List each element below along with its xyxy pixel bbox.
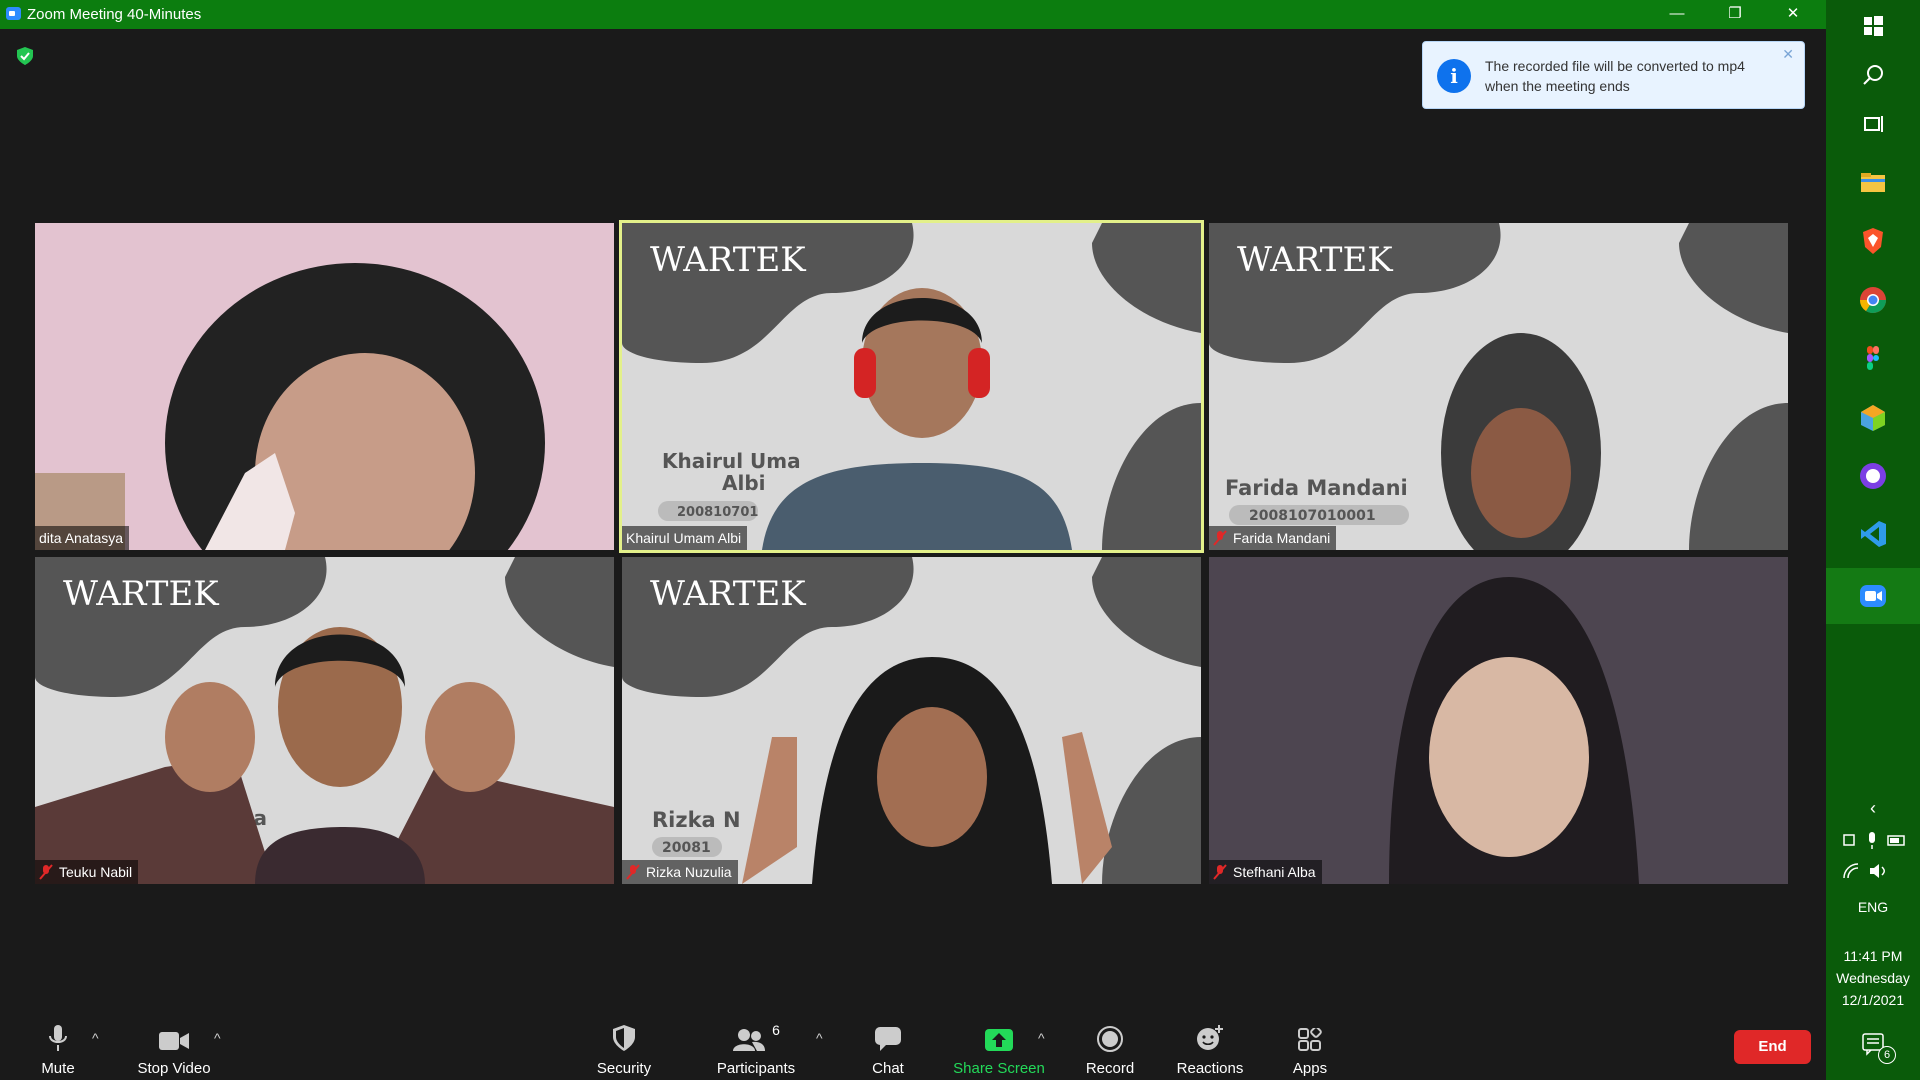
participant-nametag: Khairul Umam Albi [622, 526, 748, 550]
zoom-taskbar-icon[interactable] [1857, 580, 1889, 612]
clock-day: Wednesday [1836, 970, 1910, 986]
participant-nametag: Rizka Nuzulia [622, 860, 738, 884]
video-camera-icon [134, 1020, 214, 1052]
background-name-line1: Rizka N [652, 808, 741, 832]
smiley-plus-icon [1176, 1020, 1244, 1052]
participants-button[interactable]: 6 Participants [714, 1020, 798, 1077]
file-explorer-icon[interactable] [1857, 166, 1889, 198]
video-tile-dita-anatasya[interactable]: dita Anatasya [35, 223, 614, 550]
security-shield-icon [592, 1020, 656, 1052]
end-meeting-button[interactable]: End [1734, 1030, 1811, 1064]
notification-text: The recorded file will be converted to m… [1485, 58, 1745, 94]
participant-name: Teuku Nabil [59, 864, 133, 880]
windows-taskbar: ‹ ENG 11:41 PM Wednesday 12/1/2021 6 [1826, 0, 1920, 1080]
participant-nametag: Stefhani Alba [1209, 860, 1322, 884]
meeting-toolbar [0, 1010, 1826, 1080]
zoom-app-icon [6, 7, 21, 20]
task-view-icon[interactable] [1857, 108, 1889, 140]
participant-name: Farida Mandani [1233, 530, 1331, 546]
apps-icon [1290, 1020, 1330, 1052]
clock-date: 12/1/2021 [1841, 992, 1905, 1008]
brave-browser-icon[interactable] [1857, 225, 1889, 257]
participant-name: Rizka Nuzulia [646, 864, 732, 880]
recording-notification: i The recorded file will be converted to… [1422, 41, 1805, 109]
record-icon [1084, 1020, 1136, 1052]
video-tile-khairul-umam-albi[interactable]: WARTEK Khairul Uma Albi 200810701 Khairu… [619, 220, 1204, 553]
background-id: 2008107010001 [1249, 508, 1376, 524]
participant-video [1209, 557, 1788, 884]
share-screen-icon [952, 1020, 1046, 1052]
background-name-line1: Khairul Uma [662, 449, 801, 473]
search-icon[interactable] [1857, 60, 1889, 92]
close-window-button[interactable]: ✕ [1764, 0, 1822, 29]
show-hidden-icons-chevron[interactable]: ‹ [1826, 798, 1920, 819]
meeting-area [0, 29, 1826, 1080]
video-tile-stefhani-alba[interactable]: Stefhani Alba [1209, 557, 1788, 884]
vscode-icon[interactable] [1857, 518, 1889, 550]
share-screen-button[interactable]: Share Screen [952, 1020, 1046, 1077]
participant-video: WARTEK uha [35, 557, 614, 884]
audio-options-caret[interactable]: ^ [92, 1030, 99, 1046]
chat-button[interactable]: Chat [866, 1020, 910, 1077]
participant-video: WARTEK Rizka N 20081 [622, 557, 1201, 884]
muted-mic-icon [1213, 864, 1227, 880]
restore-button[interactable]: ❐ [1706, 0, 1764, 29]
video-tile-rizka-nuzulia[interactable]: WARTEK Rizka N 20081 Rizka Nuzulia [622, 557, 1201, 884]
tray-status-icons[interactable] [1842, 830, 1908, 852]
video-options-caret[interactable]: ^ [214, 1030, 221, 1046]
participant-video: WARTEK Farida Mandani 2008107010001 [1209, 223, 1788, 550]
windows-start-icon[interactable] [1857, 10, 1889, 42]
background-logo: WARTEK [650, 240, 806, 280]
participant-name: Khairul Umam Albi [626, 530, 742, 546]
participant-name: Stefhani Alba [1233, 864, 1316, 880]
window-titlebar: Zoom Meeting 40-Minutes — ❐ ✕ [0, 0, 1826, 29]
video-tile-farida-mandani[interactable]: WARTEK Farida Mandani 2008107010001 Fari… [1209, 223, 1788, 550]
github-desktop-icon[interactable] [1857, 460, 1889, 492]
participant-nametag: Teuku Nabil [35, 860, 139, 884]
record-button[interactable]: Record [1084, 1020, 1136, 1077]
participant-video: WARTEK Khairul Uma Albi 200810701 [622, 223, 1201, 550]
notification-close-icon[interactable]: ✕ [1782, 46, 1794, 63]
security-button[interactable]: Security [592, 1020, 656, 1077]
participants-count: 6 [772, 1022, 780, 1038]
participant-video [35, 223, 614, 550]
notifications-count-badge: 6 [1878, 1046, 1896, 1064]
mute-button[interactable]: Mute [36, 1020, 80, 1077]
microphone-icon [36, 1020, 80, 1052]
window-title: Zoom Meeting 40-Minutes [27, 6, 202, 23]
background-logo: WARTEK [1237, 240, 1393, 280]
network-volume-icons[interactable] [1842, 860, 1902, 882]
input-language[interactable]: ENG [1826, 899, 1920, 915]
encryption-shield-icon[interactable] [17, 47, 33, 65]
chrome-icon[interactable] [1857, 284, 1889, 316]
participant-nametag: Farida Mandani [1209, 526, 1337, 550]
background-name-line2: Albi [722, 471, 766, 495]
background-logo: WARTEK [650, 574, 806, 614]
info-icon: i [1437, 59, 1471, 93]
minimize-button[interactable]: — [1648, 0, 1706, 29]
stop-video-button[interactable]: Stop Video [134, 1020, 214, 1077]
background-name-line1: Farida Mandani [1225, 476, 1408, 500]
video-tile-teuku-nabil[interactable]: WARTEK uha Teuku Nabil [35, 557, 614, 884]
chat-bubble-icon [866, 1020, 910, 1052]
background-logo: WARTEK [63, 574, 219, 614]
participants-icon: 6 [714, 1020, 798, 1052]
participants-options-caret[interactable]: ^ [816, 1030, 823, 1046]
participant-name: dita Anatasya [39, 530, 124, 546]
cube-app-icon[interactable] [1857, 402, 1889, 434]
reactions-button[interactable]: Reactions [1176, 1020, 1244, 1077]
background-id: 200810701 [677, 505, 758, 520]
muted-mic-icon [1213, 530, 1227, 546]
clock-time[interactable]: 11:41 PM [1826, 948, 1920, 964]
apps-button[interactable]: Apps [1290, 1020, 1330, 1077]
figma-icon[interactable] [1857, 343, 1889, 375]
muted-mic-icon [626, 864, 640, 880]
share-options-caret[interactable]: ^ [1038, 1030, 1045, 1046]
background-id: 20081 [662, 840, 711, 856]
participant-nametag: dita Anatasya [35, 526, 130, 550]
muted-mic-icon [39, 864, 53, 880]
